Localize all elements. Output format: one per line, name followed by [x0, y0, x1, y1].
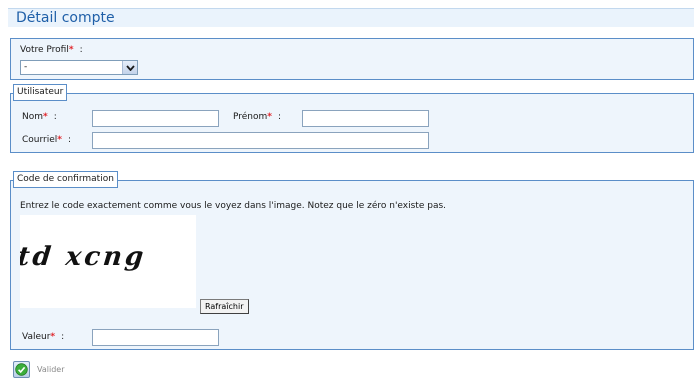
colon: : [61, 332, 65, 342]
colon: : [68, 135, 72, 145]
value-label-row: Valeur*: [22, 332, 64, 342]
prenom-input[interactable] [302, 110, 429, 127]
captcha-text: td xcng [20, 242, 148, 272]
courriel-label-row: Courriel*: [22, 135, 71, 145]
required-mark: * [68, 45, 74, 55]
validate-label[interactable]: Valider [37, 365, 65, 374]
page-title: Détail compte [16, 10, 115, 26]
validate-button[interactable]: Valider [13, 361, 65, 378]
value-input[interactable] [92, 329, 219, 346]
title-bar: Détail compte [8, 8, 694, 27]
courriel-label: Courriel [22, 135, 58, 145]
user-legend: Utilisateur [13, 84, 68, 101]
required-mark: * [267, 112, 273, 122]
check-icon[interactable] [13, 361, 30, 378]
colon: : [79, 45, 83, 55]
required-mark: * [50, 332, 56, 342]
nom-label-row: Nom*: [22, 112, 57, 122]
captcha-image: td xcng [20, 215, 196, 308]
nom-input[interactable] [92, 110, 219, 127]
prenom-label-row: Prénom*: [233, 112, 281, 122]
profile-section: Votre Profil*: - [10, 38, 694, 80]
nom-label: Nom [22, 112, 44, 122]
profile-label-row: Votre Profil*: [20, 45, 83, 55]
confirmation-instructions: Entrez le code exactement comme vous le … [20, 201, 447, 211]
courriel-input[interactable] [92, 132, 429, 149]
profile-label: Votre Profil [20, 45, 69, 55]
refresh-button[interactable]: Rafraîchir [200, 299, 249, 314]
profile-select[interactable]: - [20, 60, 138, 75]
profile-select-value: - [24, 62, 28, 72]
confirmation-legend: Code de confirmation [13, 171, 118, 188]
chevron-down-icon[interactable] [122, 61, 137, 74]
required-mark: * [57, 135, 62, 145]
colon: : [53, 112, 57, 122]
value-label: Valeur [22, 332, 51, 342]
required-mark: * [43, 112, 48, 122]
prenom-label: Prénom [233, 112, 268, 122]
user-section: Utilisateur Nom*: Prénom*: Courriel*: [10, 84, 694, 153]
colon: : [278, 112, 282, 122]
confirmation-section: Code de confirmation Entrez le code exac… [10, 171, 694, 350]
account-detail-page: Détail compte Votre Profil*: - Utilisate… [0, 0, 696, 380]
